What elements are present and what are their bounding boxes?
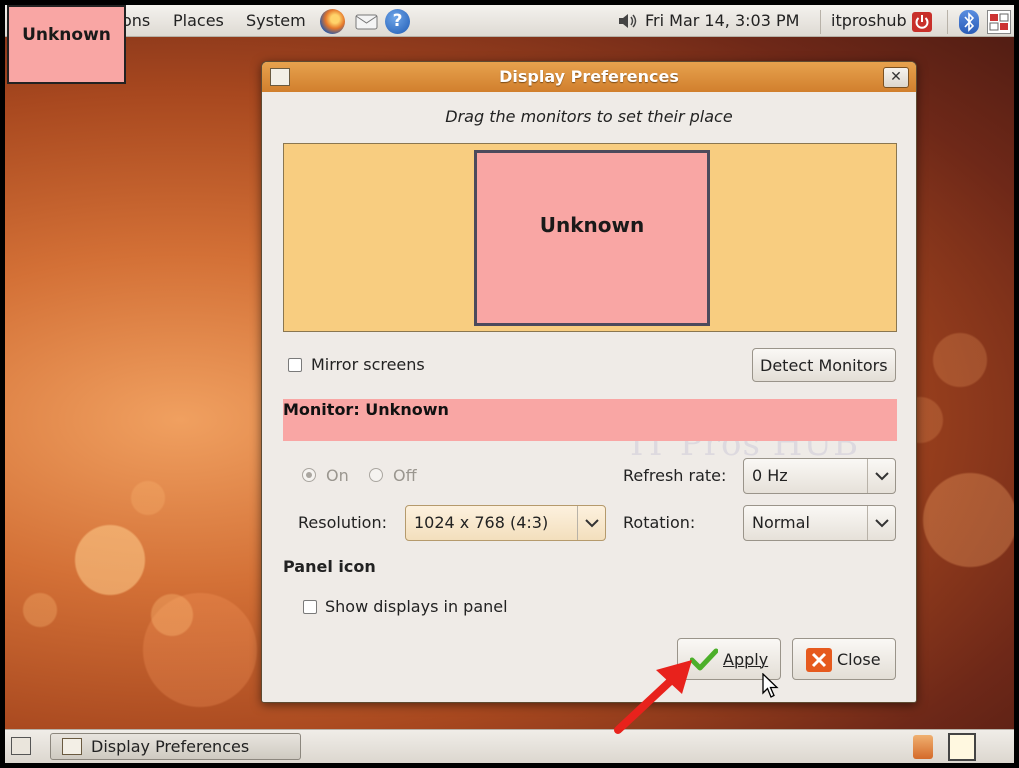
off-radio[interactable] [369,468,383,482]
monitor-arrangement-area[interactable]: Unknown [283,143,897,332]
chevron-down-icon [867,459,895,493]
user-switcher[interactable]: itproshub [831,11,907,30]
desktop-screen: ons Places System ? Fri Mar 14, 3:03 PM … [0,0,1019,768]
annotation-arrow-icon [614,660,692,734]
panel-separator [820,10,821,34]
taskbar-item-display-preferences[interactable]: Display Preferences [50,733,301,760]
resolution-value: 1024 x 768 (4:3) [414,513,549,532]
refresh-rate-value: 0 Hz [752,466,788,485]
monitor-label-overlay: Unknown [7,5,126,84]
instruction-text: Drag the monitors to set their place [445,107,733,126]
close-icon [806,648,832,672]
refresh-rate-label: Refresh rate: [623,466,727,485]
clock[interactable]: Fri Mar 14, 3:03 PM [645,11,799,30]
show-displays-checkbox[interactable] [303,600,317,614]
menu-places[interactable]: Places [173,11,224,30]
resolution-label: Resolution: [298,513,387,532]
panel-icon-heading: Panel icon [283,557,376,576]
display-icon [62,738,82,755]
off-label: Off [393,466,417,485]
power-icon[interactable] [912,12,932,32]
mirror-screens-checkbox[interactable] [288,358,302,372]
on-label: On [326,466,349,485]
mail-icon[interactable] [354,9,379,34]
help-icon[interactable]: ? [385,9,410,34]
resolution-combo[interactable]: 1024 x 768 (4:3) [405,505,606,541]
volume-icon[interactable] [617,12,639,34]
workspace-switcher-icon[interactable] [948,733,976,761]
network-icon[interactable] [987,10,1011,34]
window-titlebar[interactable]: Display Preferences ✕ [262,62,916,92]
panel-separator [947,10,948,34]
detect-monitors-button[interactable]: Detect Monitors [752,348,896,382]
top-panel: ons Places System ? Fri Mar 14, 3:03 PM … [5,5,1014,37]
rotation-label: Rotation: [623,513,696,532]
close-button[interactable]: Close [792,638,896,680]
mirror-screens-label[interactable]: Mirror screens [311,355,425,374]
trash-icon[interactable] [913,735,933,759]
show-displays-label[interactable]: Show displays in panel [325,597,508,616]
refresh-rate-combo[interactable]: 0 Hz [743,458,896,494]
chevron-down-icon [577,506,605,540]
monitor-box[interactable]: Unknown [474,150,710,326]
monitor-info-text: Monitor: Unknown [283,400,449,419]
bottom-panel: Display Preferences [5,729,1014,763]
firefox-icon[interactable] [320,9,345,34]
show-desktop-icon[interactable] [11,737,31,755]
bluetooth-icon[interactable] [959,10,979,34]
monitor-info-bar: Monitor: Unknown [283,399,897,441]
menu-applications[interactable]: ons [122,11,150,30]
window-title: Display Preferences [499,67,679,86]
window-close-button[interactable]: ✕ [883,67,909,88]
chevron-down-icon [867,506,895,540]
mouse-cursor-icon [762,673,779,698]
detect-monitors-label: Detect Monitors [760,356,888,375]
menu-system[interactable]: System [246,11,306,30]
apply-label: Apply [723,650,769,669]
rotation-combo[interactable]: Normal [743,505,896,541]
rotation-value: Normal [752,513,810,532]
taskbar-item-label: Display Preferences [91,737,250,756]
on-radio[interactable] [302,468,316,482]
display-preferences-window: Display Preferences ✕ Drag the monitors … [261,61,917,703]
close-label: Close [837,650,881,669]
